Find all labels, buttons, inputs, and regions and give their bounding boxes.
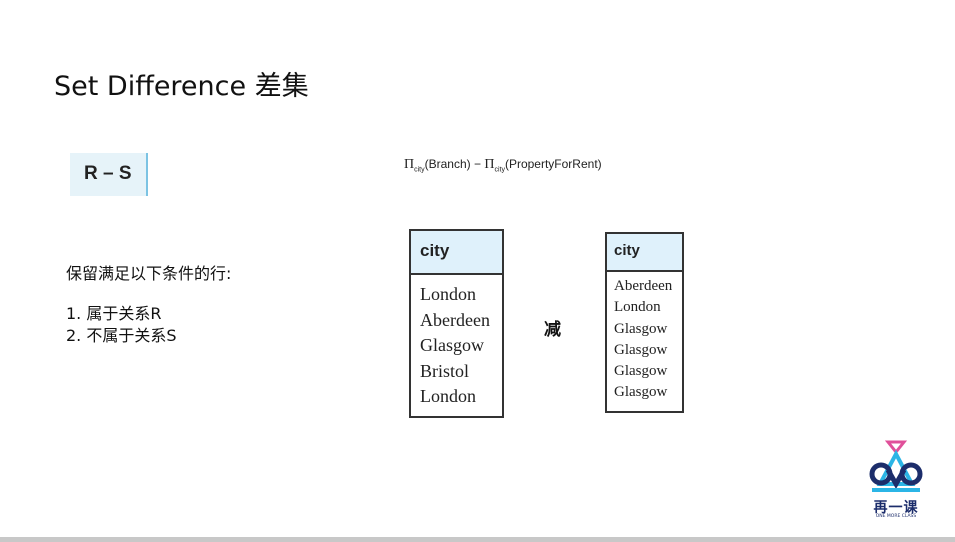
minus-operator: −: [470, 157, 485, 171]
formula-arg: (PropertyForRent): [504, 157, 602, 171]
slide: Set Difference 差集 R – S Πcity(Branch) − …: [0, 0, 955, 537]
table-body: London Aberdeen Glasgow Bristol London: [409, 282, 504, 410]
table-border: [409, 229, 504, 231]
table-row: London: [420, 284, 476, 304]
logo-subtext: ONE MORE CLASS: [875, 514, 917, 519]
projection-subscript: city: [494, 166, 505, 174]
brand-logo: 再一课 ONE MORE CLASS: [866, 440, 926, 522]
pi-symbol: Π: [404, 157, 415, 172]
relation-s-table: city Aberdeen London Glasgow Glasgow Gla…: [605, 232, 684, 413]
projection-formula: Πcity(Branch) − Πcity(PropertyForRent): [404, 157, 602, 173]
relation-r-table: city London Aberdeen Glasgow Bristol Lon…: [409, 229, 504, 418]
slide-title: Set Difference 差集: [54, 71, 309, 102]
table-row: Glasgow: [614, 363, 668, 380]
condition-title: 保留满足以下条件的行:: [66, 264, 232, 283]
table-row: Aberdeen: [614, 278, 673, 294]
column-header-city: city: [420, 241, 450, 260]
condition-list: 1. 属于关系R 2. 不属于关系S: [66, 303, 177, 347]
table-header: city: [605, 232, 684, 272]
table-row: London: [614, 299, 661, 316]
condition-item: 1. 属于关系R: [66, 304, 162, 323]
rs-label: R – S: [84, 163, 132, 184]
formula-arg: (Branch): [424, 157, 471, 171]
table-row: Aberdeen: [420, 309, 490, 330]
table-row: Glasgow: [614, 320, 668, 337]
table-row: London: [420, 386, 476, 407]
table-row: Glasgow: [614, 341, 668, 358]
table-row: Glasgow: [614, 384, 668, 401]
projection-subscript: city: [414, 166, 425, 174]
table-border: [605, 411, 684, 413]
minus-label: 减: [544, 320, 561, 340]
condition-item: 2. 不属于关系S: [66, 326, 177, 345]
table-row: Bristol: [420, 360, 470, 381]
table-row: Glasgow: [420, 335, 484, 356]
table-border: [605, 232, 684, 234]
table-header: city: [409, 229, 504, 275]
table-body: Aberdeen London Glasgow Glasgow Glasgow …: [605, 276, 684, 404]
rs-label-box: R – S: [70, 153, 148, 196]
table-border: [409, 416, 504, 418]
column-header-city: city: [614, 242, 640, 259]
bottom-border: [0, 537, 955, 542]
pi-symbol: Π: [484, 157, 495, 172]
logo-icon: [869, 440, 923, 492]
